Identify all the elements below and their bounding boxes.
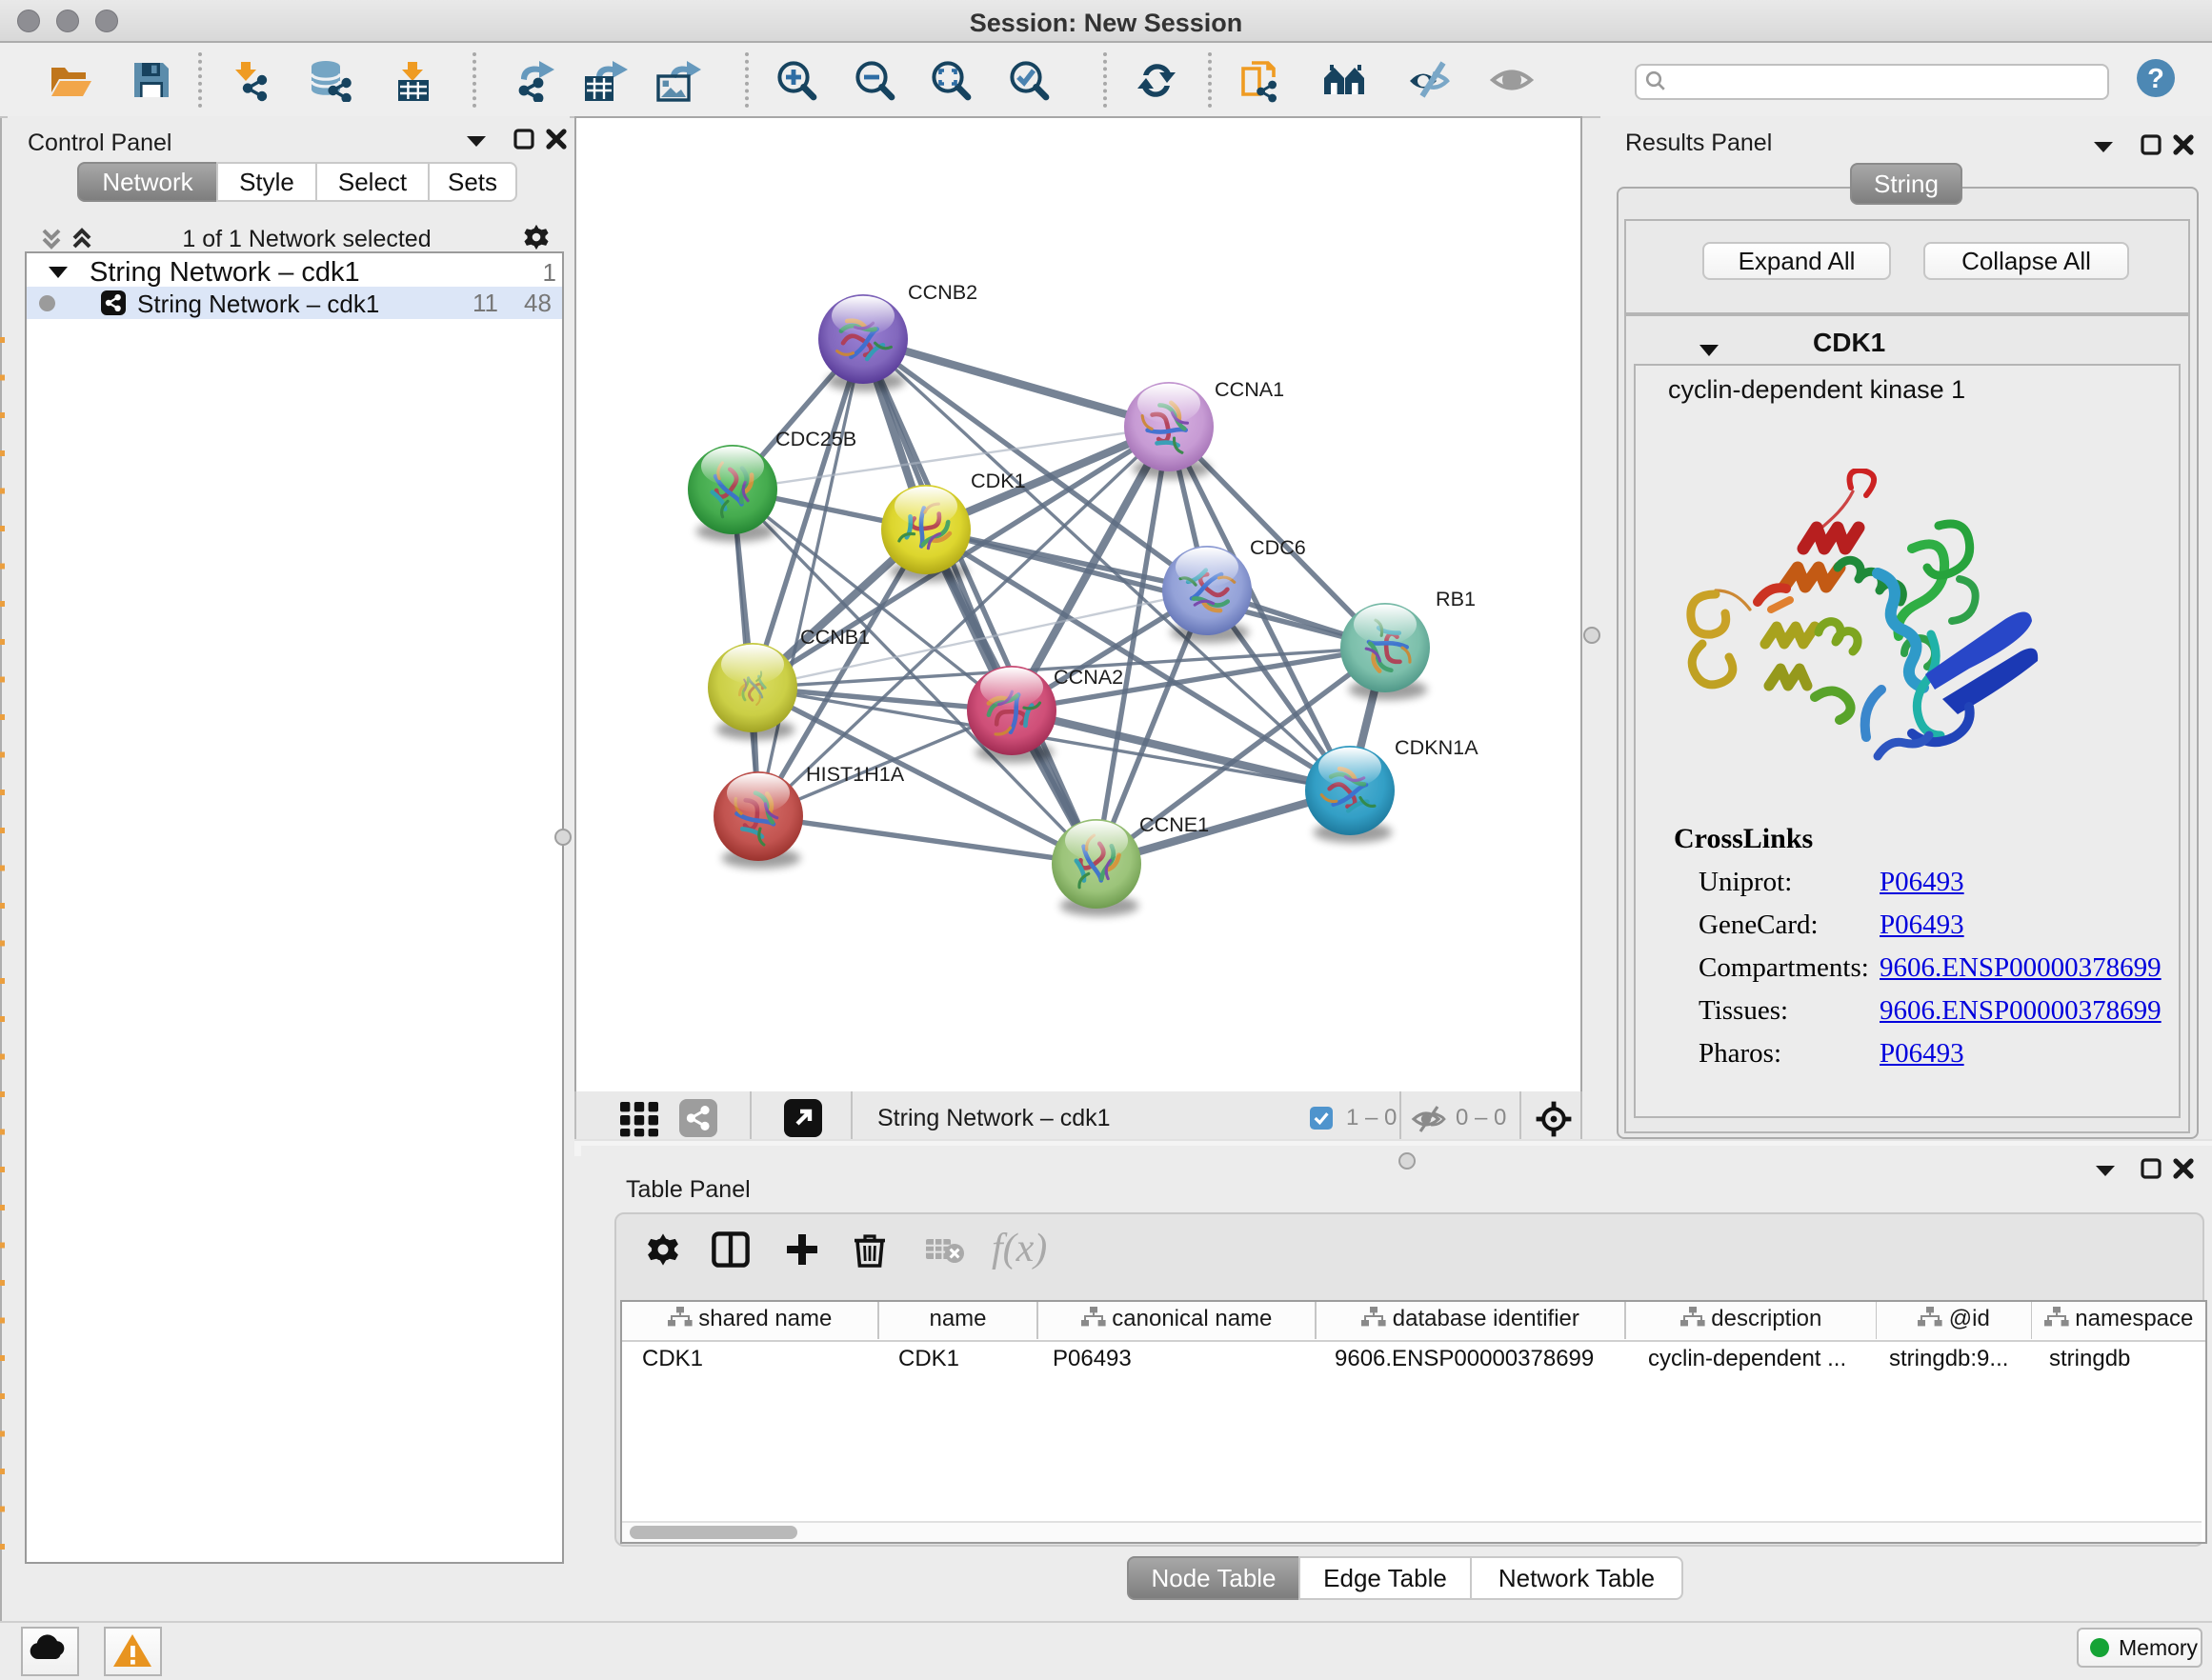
svg-text:CDC25B: CDC25B [775,427,856,450]
svg-text:CCNE1: CCNE1 [1139,812,1209,836]
svg-text:?: ? [2147,64,2164,94]
svg-text:CDC6: CDC6 [1250,535,1306,559]
svg-text:CCNB1: CCNB1 [800,625,870,649]
svg-text:RB1: RB1 [1436,587,1476,610]
svg-text:CCNA2: CCNA2 [1054,665,1123,689]
svg-text:CCNB2: CCNB2 [908,280,977,304]
svg-text:CDK1: CDK1 [971,469,1026,492]
svg-text:CCNA1: CCNA1 [1215,377,1284,401]
svg-text:HIST1H1A: HIST1H1A [806,762,905,786]
svg-text:CDKN1A: CDKN1A [1395,735,1478,759]
